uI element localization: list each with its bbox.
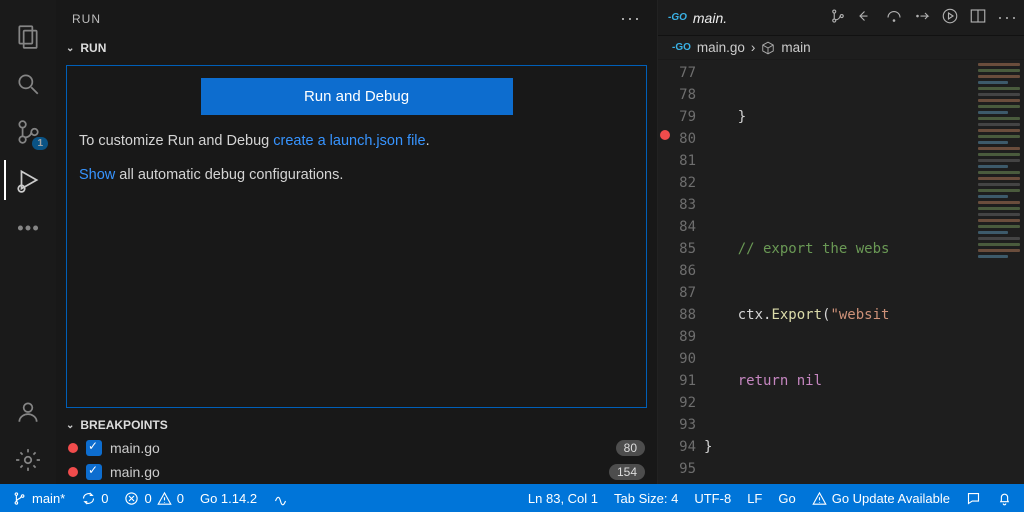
code-area[interactable]: 77787980818283848586878889909192939495 }… — [658, 60, 1024, 484]
run-debug-icon[interactable] — [4, 156, 52, 204]
explorer-icon[interactable] — [4, 12, 52, 60]
chevron-down-icon: ⌄ — [66, 43, 74, 54]
step-back-icon[interactable] — [857, 7, 875, 25]
minimap[interactable] — [974, 60, 1024, 484]
editor-tabs: -GO main. ··· — [658, 0, 1024, 36]
breakpoint-dot-icon — [68, 467, 78, 477]
breakpoint-checkbox[interactable] — [86, 440, 102, 456]
run-panel: RUN ··· ⌄ RUN Run and Debug To customize… — [56, 0, 657, 484]
run-section-label: RUN — [80, 41, 106, 55]
breadcrumb[interactable]: -GO main.go › main — [658, 36, 1024, 60]
breakpoint-dot-icon — [660, 130, 670, 140]
breakpoint-checkbox[interactable] — [86, 464, 102, 480]
branch-indicator[interactable]: main* — [4, 491, 73, 506]
cursor-position[interactable]: Ln 83, Col 1 — [520, 491, 606, 506]
editor-more-icon[interactable]: ··· — [997, 7, 1018, 28]
editor: -GO main. ··· -GO main.go › main 7 — [657, 0, 1024, 484]
panel-title: RUN — [72, 12, 101, 26]
analysis-icon[interactable] — [265, 491, 296, 506]
account-icon[interactable] — [4, 388, 52, 436]
go-file-icon: -GO — [672, 42, 691, 53]
tab-main-go[interactable]: -GO main. — [668, 10, 727, 26]
encoding[interactable]: UTF-8 — [686, 491, 739, 506]
activity-bar: 1 — [0, 0, 56, 484]
run-box: Run and Debug To customize Run and Debug… — [66, 65, 647, 408]
split-editor-icon[interactable] — [969, 7, 987, 25]
eol[interactable]: LF — [739, 491, 770, 506]
compare-icon[interactable] — [829, 7, 847, 25]
breakpoints-section-header[interactable]: ⌄ BREAKPOINTS — [56, 414, 657, 436]
problems-button[interactable]: 0 0 — [116, 491, 191, 506]
run-and-debug-button[interactable]: Run and Debug — [201, 78, 513, 115]
gutter: 77787980818283848586878889909192939495 — [658, 60, 704, 484]
status-bar: main* 0 0 0 Go 1.14.2 Ln 83, Col 1 Tab S… — [0, 484, 1024, 512]
tab-size[interactable]: Tab Size: 4 — [606, 491, 686, 506]
show-rest: all automatic debug configurations. — [115, 167, 343, 183]
chevron-right-icon: › — [751, 40, 756, 55]
more-icon[interactable] — [4, 204, 52, 252]
package-icon — [761, 41, 775, 55]
breakpoint-file: main.go — [110, 464, 160, 480]
breakpoints-label: BREAKPOINTS — [80, 418, 167, 432]
settings-icon[interactable] — [4, 436, 52, 484]
breakpoint-line-badge: 80 — [616, 440, 645, 456]
go-update-button[interactable]: Go Update Available — [804, 491, 958, 506]
run-icon[interactable] — [941, 7, 959, 25]
show-configs-link[interactable]: Show — [79, 167, 115, 183]
breakpoint-dot-icon — [68, 443, 78, 453]
go-file-icon: -GO — [668, 12, 687, 23]
list-item[interactable]: main.go 80 — [56, 436, 657, 460]
step-over-icon[interactable] — [885, 7, 903, 25]
code-lines: } // export the webs ctx.Export("websit … — [704, 60, 974, 484]
create-launch-json-link[interactable]: create a launch.json file — [273, 133, 425, 149]
search-icon[interactable] — [4, 60, 52, 108]
panel-more-icon[interactable]: ··· — [620, 8, 641, 29]
list-item[interactable]: main.go 154 — [56, 460, 657, 484]
customize-text: To customize Run and Debug — [79, 133, 273, 149]
language-mode[interactable]: Go — [770, 491, 803, 506]
scm-icon[interactable]: 1 — [4, 108, 52, 156]
scm-badge: 1 — [32, 137, 48, 150]
breakpoint-file: main.go — [110, 440, 160, 456]
bell-icon[interactable] — [989, 491, 1020, 506]
go-version[interactable]: Go 1.14.2 — [192, 491, 265, 506]
feedback-icon[interactable] — [958, 491, 989, 506]
run-section-header[interactable]: ⌄ RUN — [56, 37, 657, 59]
step-into-icon[interactable] — [913, 7, 931, 25]
sync-button[interactable]: 0 — [73, 491, 116, 506]
chevron-down-icon: ⌄ — [66, 420, 74, 431]
breakpoint-line-badge: 154 — [609, 464, 645, 480]
